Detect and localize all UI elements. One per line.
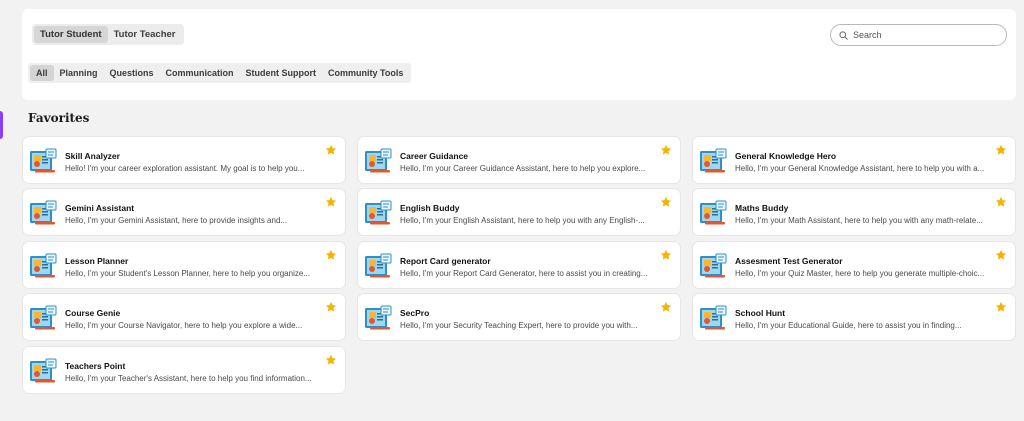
assistant-thumbnail-icon <box>30 253 57 278</box>
assistant-name: SecPro <box>400 308 430 318</box>
star-icon[interactable] <box>325 301 337 313</box>
assistant-description: Hello, I'm your Teacher's Assistant, her… <box>65 374 312 383</box>
assistant-thumbnail-icon <box>700 305 727 330</box>
assistant-card[interactable]: Course Genie Hello, I'm your Course Navi… <box>22 293 346 341</box>
star-icon[interactable] <box>660 144 672 156</box>
assistant-name: Gemini Assistant <box>65 203 135 213</box>
assistant-description: Hello, I'm your Math Assistant, here to … <box>735 216 983 225</box>
search-icon <box>839 30 848 40</box>
star-icon[interactable] <box>325 249 337 261</box>
category-filter-bar: All Planning Questions Communication Stu… <box>28 63 412 83</box>
assistant-description: Hello, I'm your Report Card Generator, h… <box>400 269 648 278</box>
assistant-description: Hello, I'm your General Knowledge Assist… <box>735 164 985 173</box>
star-icon[interactable] <box>995 196 1007 208</box>
assistant-card[interactable]: General Knowledge Hero Hello, I'm your G… <box>692 136 1016 184</box>
star-icon[interactable] <box>325 354 337 366</box>
filter-questions[interactable]: Questions <box>104 65 160 81</box>
assistant-thumbnail-icon <box>365 305 392 330</box>
assistant-card[interactable]: Gemini Assistant Hello, I'm your Gemini … <box>22 188 346 236</box>
assistant-name: General Knowledge Hero <box>735 151 837 161</box>
assistant-description: Hello, I'm your Gemini Assistant, here t… <box>65 216 288 225</box>
assistant-name: English Buddy <box>400 203 460 213</box>
star-icon[interactable] <box>660 301 672 313</box>
assistant-card[interactable]: Maths Buddy Hello, I'm your Math Assista… <box>692 188 1016 236</box>
assistant-thumbnail-icon <box>30 305 57 330</box>
star-icon[interactable] <box>995 249 1007 261</box>
assistant-card[interactable]: Skill Analyzer Hello! I'm your career ex… <box>22 136 346 184</box>
assistant-card[interactable]: SecPro Hello, I'm your Security Teaching… <box>357 293 681 341</box>
star-icon[interactable] <box>660 249 672 261</box>
assistant-thumbnail-icon <box>30 200 57 225</box>
assistant-name: Lesson Planner <box>65 256 129 266</box>
assistant-card[interactable]: Teachers Point Hello, I'm your Teacher's… <box>22 346 346 394</box>
assistant-name: Course Genie <box>65 308 121 318</box>
sidebar-active-indicator <box>0 111 3 139</box>
assistant-thumbnail-icon <box>700 253 727 278</box>
filter-planning[interactable]: Planning <box>54 65 104 81</box>
assistant-name: Maths Buddy <box>735 203 789 213</box>
filter-student-support[interactable]: Student Support <box>240 65 323 81</box>
assistant-description: Hello, I'm your Course Navigator, here t… <box>65 321 303 330</box>
assistant-name: Career Guidance <box>400 151 469 161</box>
assistant-card[interactable]: Assesment Test Generator Hello, I'm your… <box>692 241 1016 289</box>
star-icon[interactable] <box>325 144 337 156</box>
assistant-name: School Hunt <box>735 308 786 318</box>
assistant-name: Teachers Point <box>65 361 126 371</box>
role-toggle: Tutor Student Tutor Teacher <box>32 24 184 45</box>
search-box[interactable] <box>830 24 1007 46</box>
filter-communication[interactable]: Communication <box>160 65 240 81</box>
assistant-description: Hello! I'm your career exploration assis… <box>65 164 305 173</box>
assistant-description: Hello, I'm your English Assistant, here … <box>400 216 645 225</box>
star-icon[interactable] <box>995 144 1007 156</box>
assistant-thumbnail-icon <box>365 200 392 225</box>
star-icon[interactable] <box>995 301 1007 313</box>
assistant-description: Hello, I'm your Student's Lesson Planner… <box>65 269 310 278</box>
tab-tutor-teacher[interactable]: Tutor Teacher <box>108 26 182 43</box>
assistant-description: Hello, I'm your Security Teaching Expert… <box>400 321 638 330</box>
assistant-description: Hello, I'm your Quiz Master, here to hel… <box>735 269 985 278</box>
assistant-card[interactable]: English Buddy Hello, I'm your English As… <box>357 188 681 236</box>
search-input[interactable] <box>853 30 993 40</box>
filter-community-tools[interactable]: Community Tools <box>322 65 409 81</box>
favorites-heading: Favorites <box>28 111 90 125</box>
assistant-thumbnail-icon <box>700 148 727 173</box>
assistant-name: Assesment Test Generator <box>735 256 843 266</box>
filter-all[interactable]: All <box>30 65 54 81</box>
assistant-thumbnail-icon <box>700 200 727 225</box>
tab-tutor-student[interactable]: Tutor Student <box>34 26 108 43</box>
filter-panel: Tutor Student Tutor Teacher All Planning… <box>22 9 1016 100</box>
assistant-card[interactable]: Lesson Planner Hello, I'm your Student's… <box>22 241 346 289</box>
assistant-description: Hello, I'm your Educational Guide, here … <box>735 321 962 330</box>
star-icon[interactable] <box>325 196 337 208</box>
assistant-description: Hello, I'm your Career Guidance Assistan… <box>400 164 646 173</box>
assistant-thumbnail-icon <box>365 148 392 173</box>
assistant-card[interactable]: School Hunt Hello, I'm your Educational … <box>692 293 1016 341</box>
assistant-card[interactable]: Report Card generator Hello, I'm your Re… <box>357 241 681 289</box>
assistant-card[interactable]: Career Guidance Hello, I'm your Career G… <box>357 136 681 184</box>
assistant-thumbnail-icon <box>30 148 57 173</box>
star-icon[interactable] <box>660 196 672 208</box>
assistant-name: Report Card generator <box>400 256 491 266</box>
assistant-thumbnail-icon <box>30 358 57 383</box>
assistant-name: Skill Analyzer <box>65 151 120 161</box>
assistant-thumbnail-icon <box>365 253 392 278</box>
